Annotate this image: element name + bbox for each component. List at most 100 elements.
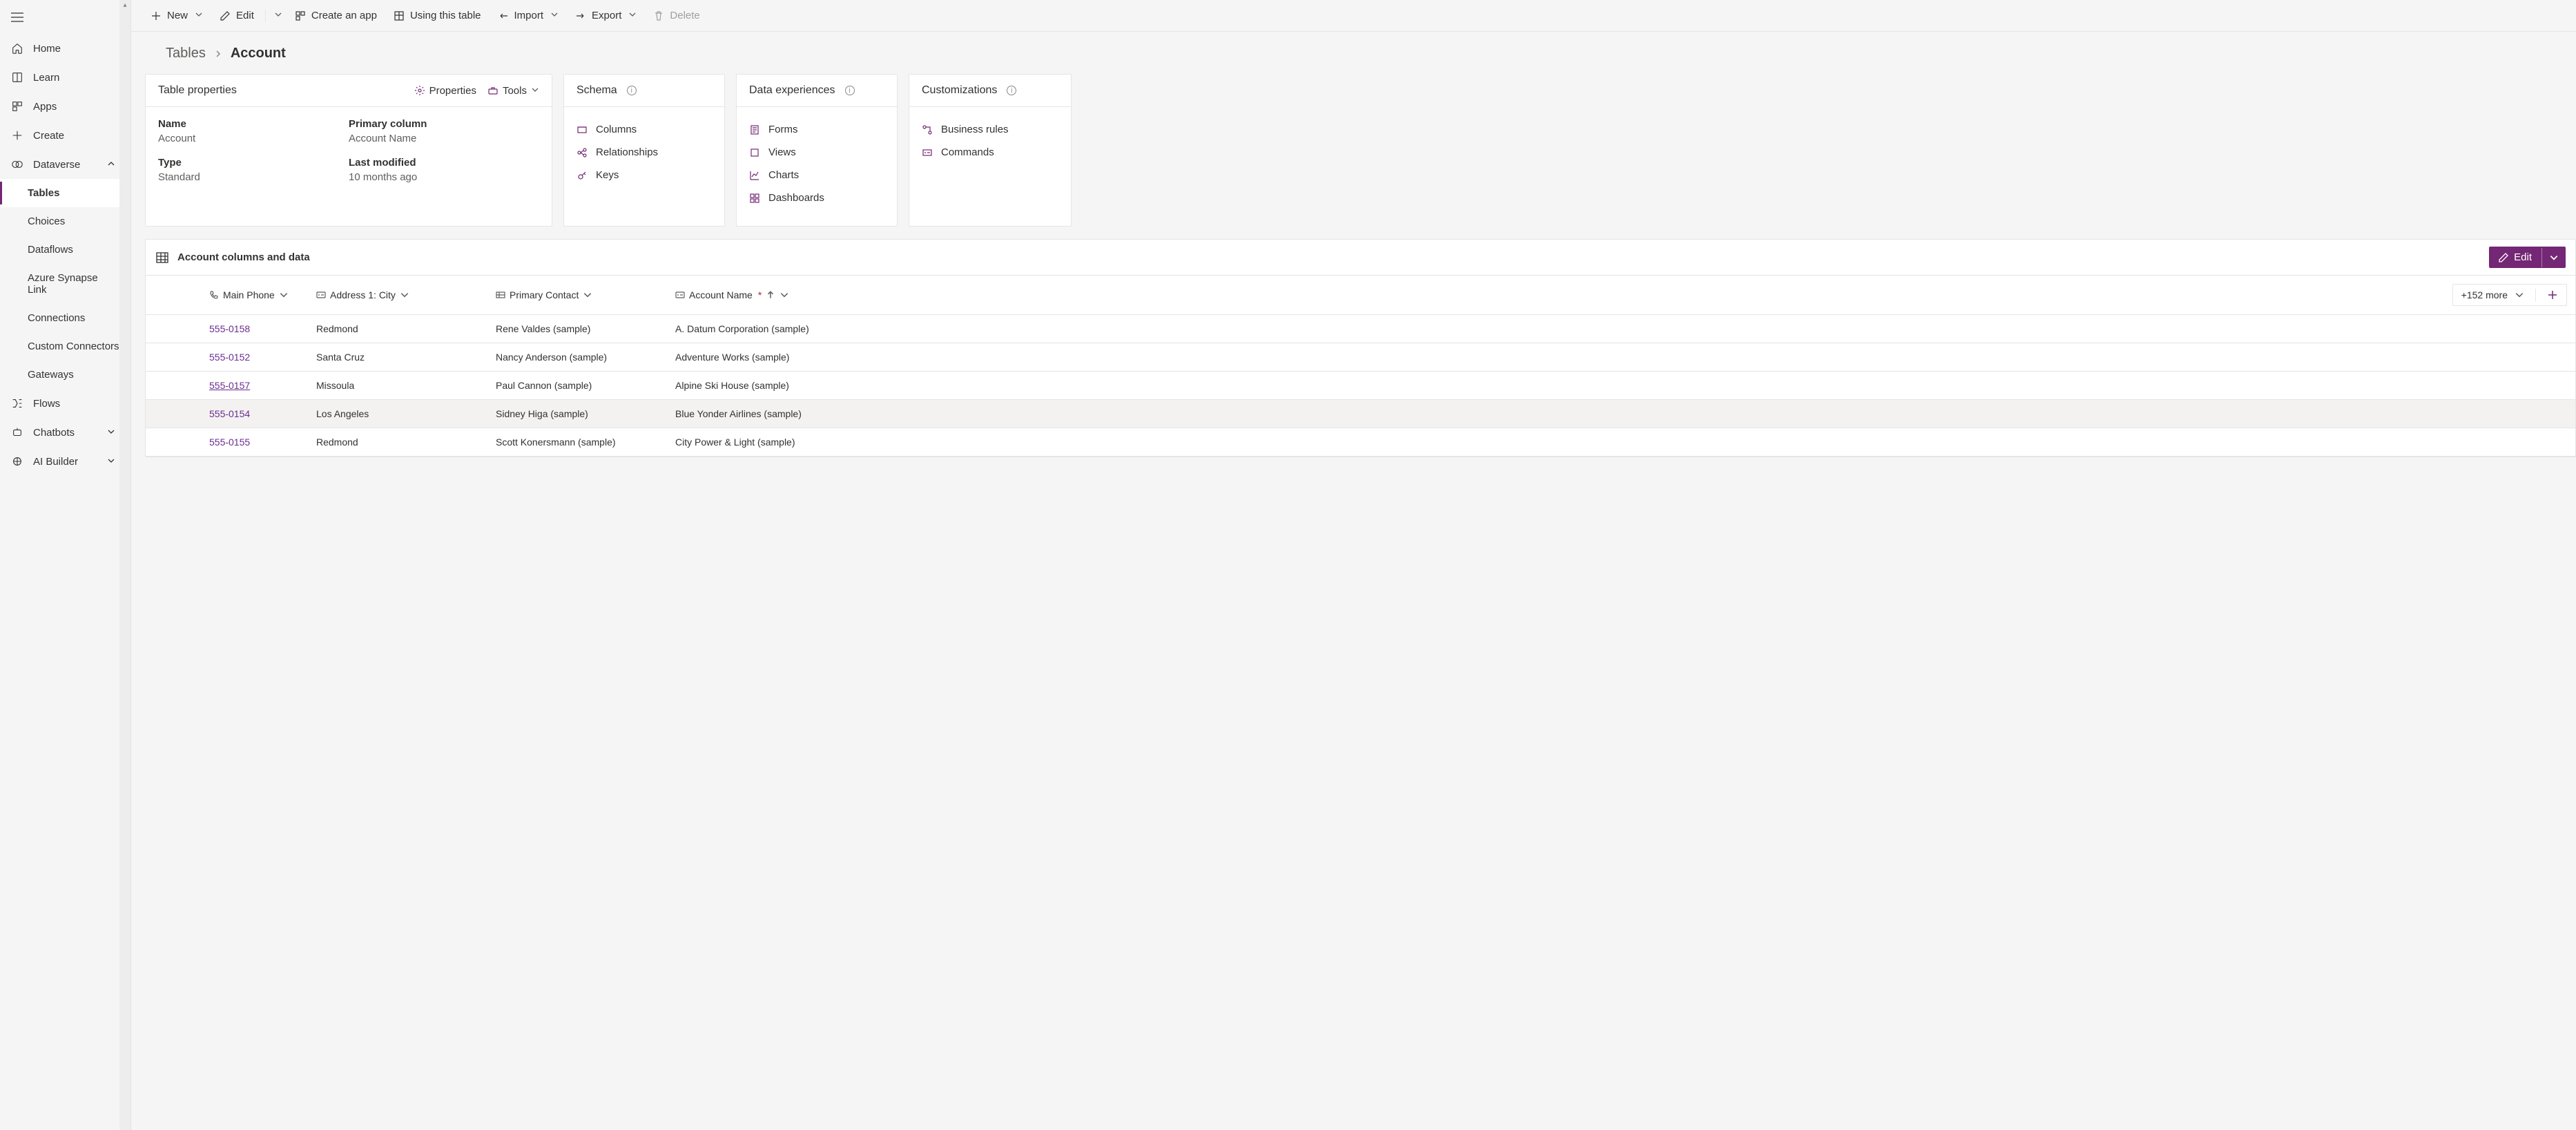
link-forms[interactable]: Forms (749, 118, 884, 141)
edit-button[interactable]: Edit (213, 6, 261, 26)
sidebar-item-learn[interactable]: Learn (0, 63, 130, 92)
hamburger-button[interactable] (0, 0, 130, 34)
info-icon[interactable]: i (845, 86, 855, 95)
link-dashboards[interactable]: Dashboards (749, 186, 884, 209)
card-schema: Schema i Columns Relationships Keys (563, 74, 725, 227)
link-relationships[interactable]: Relationships (577, 141, 712, 164)
card-title: Data experiences i (749, 84, 855, 97)
more-columns-header: +152 more (846, 276, 2575, 314)
column-header-city[interactable]: Address 1: City (308, 276, 487, 314)
link-columns[interactable]: Columns (577, 118, 712, 141)
cell-contact[interactable]: Scott Konersmann (sample) (487, 428, 667, 456)
create-app-button[interactable]: Create an app (288, 6, 384, 26)
cell-city[interactable]: Missoula (308, 372, 487, 399)
link-charts[interactable]: Charts (749, 164, 884, 186)
sidebar-item-label: Tables (28, 187, 59, 199)
info-icon[interactable]: i (627, 86, 637, 95)
sidebar-item-dataflows[interactable]: Dataflows (0, 236, 130, 264)
sidebar-item-choices[interactable]: Choices (0, 207, 130, 236)
chatbot-icon (11, 426, 23, 439)
edit-data-button[interactable]: Edit (2489, 247, 2566, 268)
column-header-contact[interactable]: Primary Contact (487, 276, 667, 314)
chevron-down-icon (274, 10, 282, 21)
table-row[interactable]: 555-0155 RedmondScott Konersmann (sample)… (146, 428, 2575, 457)
using-table-button[interactable]: Using this table (387, 6, 488, 26)
sidebar-item-customconnectors[interactable]: Custom Connectors (0, 332, 130, 361)
cell-city[interactable]: Redmond (308, 428, 487, 456)
cell-name[interactable]: Blue Yonder Airlines (sample) (667, 400, 846, 428)
data-grid: Main Phone Address 1: City Primary Conta… (146, 276, 2575, 457)
forms-icon (749, 124, 760, 135)
aibuilder-icon (11, 455, 23, 468)
cell-city[interactable]: Santa Cruz (308, 343, 487, 371)
sidebar-item-gateways[interactable]: Gateways (0, 361, 130, 389)
edit-split-button[interactable] (2541, 248, 2566, 267)
sidebar-item-chatbots[interactable]: Chatbots (0, 418, 130, 447)
sidebar-item-connections[interactable]: Connections (0, 304, 130, 332)
cell-phone[interactable]: 555-0155 (209, 437, 250, 448)
select-all-column[interactable] (146, 276, 201, 314)
table-row[interactable]: 555-0157 MissoulaPaul Cannon (sample)Alpi… (146, 372, 2575, 400)
chevron-down-icon (550, 10, 559, 21)
sidebar-item-synapse[interactable]: Azure Synapse Link (0, 264, 130, 304)
cell-city[interactable]: Redmond (308, 315, 487, 343)
import-button[interactable]: Import (491, 6, 566, 26)
sidebar-item-apps[interactable]: Apps (0, 92, 130, 121)
sidebar-item-aibuilder[interactable]: AI Builder (0, 447, 130, 476)
more-columns-button[interactable]: +152 more (2452, 284, 2567, 306)
properties-button[interactable]: Properties (414, 85, 476, 97)
sidebar-item-create[interactable]: Create (0, 121, 130, 150)
cell-phone[interactable]: 555-0154 (209, 408, 250, 419)
link-business-rules[interactable]: Business rules (922, 118, 1058, 141)
cell-contact[interactable]: Paul Cannon (sample) (487, 372, 667, 399)
cell-phone[interactable]: 555-0158 (209, 323, 250, 334)
cell-city[interactable]: Los Angeles (308, 400, 487, 428)
command-bar: New Edit Create an app Using this table … (131, 0, 2576, 32)
link-views[interactable]: Views (749, 141, 884, 164)
sidebar-item-tables[interactable]: Tables (0, 179, 130, 207)
edit-split-button[interactable] (270, 6, 285, 26)
cell-name[interactable]: Alpine Ski House (sample) (667, 372, 846, 399)
columns-icon (577, 124, 588, 135)
table-row[interactable]: 555-0154 Los AngelesSidney Higa (sample)B… (146, 400, 2575, 428)
row-checkbox[interactable] (146, 372, 201, 399)
link-keys[interactable]: Keys (577, 164, 712, 186)
column-header-phone[interactable]: Main Phone (201, 276, 308, 314)
sidebar-scrollbar[interactable]: ▴ (119, 0, 130, 1130)
sidebar-item-label: Choices (28, 216, 65, 227)
export-button[interactable]: Export (568, 6, 643, 26)
cell-contact[interactable]: Sidney Higa (sample) (487, 400, 667, 428)
cell-phone[interactable]: 555-0157 (209, 380, 250, 391)
button-label: Create an app (311, 10, 377, 21)
cell-name[interactable]: Adventure Works (sample) (667, 343, 846, 371)
sidebar-item-flows[interactable]: Flows (0, 389, 130, 418)
button-label: Import (514, 10, 544, 21)
cell-contact[interactable]: Rene Valdes (sample) (487, 315, 667, 343)
sidebar-item-label: Dataverse (33, 159, 80, 171)
info-icon[interactable]: i (1007, 86, 1016, 95)
sidebar-item-home[interactable]: Home (0, 34, 130, 63)
chevron-down-icon (583, 290, 592, 300)
link-commands[interactable]: Commands (922, 141, 1058, 164)
table-row[interactable]: 555-0158 RedmondRene Valdes (sample)A. Da… (146, 315, 2575, 343)
row-checkbox[interactable] (146, 428, 201, 456)
sidebar-item-label: Learn (33, 72, 59, 84)
views-icon (749, 147, 760, 158)
row-checkbox[interactable] (146, 343, 201, 371)
breadcrumb-root[interactable]: Tables (166, 46, 206, 61)
sidebar-item-dataverse[interactable]: Dataverse (0, 150, 130, 179)
cell-name[interactable]: City Power & Light (sample) (667, 428, 846, 456)
row-checkbox[interactable] (146, 400, 201, 428)
new-button[interactable]: New (144, 6, 210, 26)
sidebar-item-label: Connections (28, 312, 85, 324)
table-row[interactable]: 555-0152 Santa CruzNancy Anderson (sample… (146, 343, 2575, 372)
cell-name[interactable]: A. Datum Corporation (sample) (667, 315, 846, 343)
sidebar-item-label: Home (33, 43, 61, 55)
tools-button[interactable]: Tools (487, 85, 539, 97)
card-data-experiences: Data experiences i Forms Views Charts Da… (736, 74, 898, 227)
row-checkbox[interactable] (146, 315, 201, 343)
cell-phone[interactable]: 555-0152 (209, 352, 250, 363)
prop-name-value: Account (158, 133, 349, 144)
column-header-name[interactable]: Account Name * (667, 276, 846, 314)
cell-contact[interactable]: Nancy Anderson (sample) (487, 343, 667, 371)
